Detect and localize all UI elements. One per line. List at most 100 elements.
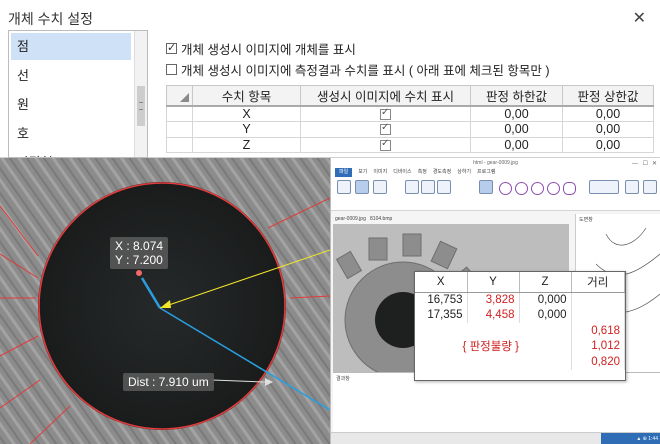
table-row: 16,753 3,828 0,000 [415, 292, 625, 308]
result-table: X Y Z 거리 16,753 3,828 0,000 17,355 4,458… [415, 272, 625, 370]
object-value-settings-dialog: 개체 수치 설정 ✕ 점 선 원 호 다각형 개체 생성시 이미지에 개체를 표… [0, 0, 660, 158]
arc-icon[interactable] [547, 182, 560, 195]
cell-distance: 0,820 [571, 354, 625, 370]
row-show-cell[interactable] [300, 121, 471, 138]
row-item: X [192, 105, 301, 122]
show-object-checkbox[interactable] [166, 41, 177, 54]
zoomed-result-table: X Y Z 거리 16,753 3,828 0,000 17,355 4,458… [414, 271, 626, 381]
row-show-checkbox[interactable] [380, 107, 391, 121]
row-show-checkbox[interactable] [380, 138, 391, 151]
image-tab-2[interactable]: 8104.bmp [370, 216, 392, 222]
show-object-label: 개체 생성시 이미지에 개체를 표시 [181, 43, 356, 57]
cell-x: 17,355 [415, 307, 468, 323]
microscope-image-view: X : 8.074 Y : 7.200 Dist : 7.910 um [0, 158, 330, 444]
scroll-thumb[interactable] [137, 86, 145, 126]
result-pane-title: 결과창 [336, 376, 350, 382]
table-corner[interactable] [166, 85, 193, 107]
col-header-show: 생성시 이미지에 수치 표시 [300, 85, 471, 107]
list-scrollbar[interactable] [134, 31, 147, 157]
microscope-image [0, 158, 330, 444]
list-item-circle[interactable]: 원 [11, 91, 131, 118]
fail-label: { 판정불량 } [415, 323, 572, 370]
edge-tool-button[interactable] [421, 180, 435, 194]
dialog-title: 개체 수치 설정 [8, 11, 94, 27]
row-lower[interactable]: 0,00 [470, 121, 563, 138]
app-titlebar: html - gear-0009.jpg — ☐ ✕ [331, 158, 660, 168]
row-show-cell[interactable] [300, 105, 471, 122]
list-item-arc[interactable]: 호 [11, 120, 131, 147]
result-pane: 결과창 [333, 372, 660, 432]
tab-sangha[interactable]: 상하기 [457, 168, 471, 177]
object-type-list[interactable]: 점 선 원 호 다각형 [8, 30, 148, 158]
col-distance: 거리 [571, 272, 625, 293]
close-icon[interactable]: ✕ [652, 159, 657, 169]
list-item-point[interactable]: 점 [11, 33, 131, 60]
cell-distance [571, 307, 625, 323]
value-item-table: 수치 항목 생성시 이미지에 수치 표시 판정 하한값 판정 상한값 X 0,0… [166, 85, 654, 153]
coord-x: X : 8.074 [115, 239, 164, 253]
tab-view[interactable]: 보기 [358, 168, 367, 177]
row-lower[interactable]: 0,00 [470, 136, 563, 153]
circle-mode-button[interactable] [479, 180, 493, 194]
hand-tool-button[interactable] [355, 180, 369, 194]
col-z: Z [519, 272, 572, 293]
tab-image[interactable]: 이미지 [373, 168, 387, 177]
settings-button[interactable] [643, 180, 657, 194]
list-item-polygon[interactable]: 다각형 [11, 149, 131, 157]
image-tab[interactable]: gear-0009.jpg [335, 216, 366, 222]
circle-3pt-icon[interactable] [499, 182, 512, 195]
coord-label: X : 8.074 Y : 7.200 [110, 237, 169, 269]
minimize-icon[interactable]: — [632, 159, 638, 169]
col-header-upper: 판정 상한값 [562, 85, 654, 107]
row-lower[interactable]: 0,00 [470, 105, 563, 122]
tab-device[interactable]: 디바이스 [393, 168, 411, 177]
table-row: Z 0,00 0,00 [166, 136, 654, 153]
row-upper[interactable]: 0,00 [562, 136, 654, 153]
circle-edge-icon[interactable] [515, 182, 528, 195]
coord-y: Y : 7.200 [115, 253, 163, 267]
cell-distance: 0,618 [571, 323, 625, 339]
crosshair-tool-button[interactable] [373, 180, 387, 194]
cell-z: 0,000 [519, 307, 572, 323]
list-item-line[interactable]: 선 [11, 62, 131, 89]
image-tab-bar: gear-0009.jpg 8104.bmp [335, 216, 392, 222]
status-indicator: ▲ ⊕ 1:44 [601, 433, 660, 444]
drawing-pane-title: 도면창 [579, 217, 593, 223]
show-values-option[interactable]: 개체 생성시 이미지에 측정결과 수치를 표시 ( 아래 표에 체크된 항목만 … [166, 60, 550, 79]
tab-program[interactable]: 프로그램 [477, 168, 495, 177]
table-row: X 0,00 0,00 [166, 105, 654, 122]
tab-measure[interactable]: 측정 [418, 168, 427, 177]
close-icon[interactable]: ✕ [633, 8, 646, 28]
tab-hardness[interactable]: 경도측정 [433, 168, 451, 177]
show-values-label: 개체 생성시 이미지에 측정결과 수치를 표시 ( 아래 표에 체크된 항목만 … [181, 64, 550, 78]
value-input[interactable] [589, 180, 619, 194]
col-header-item: 수치 항목 [192, 85, 301, 107]
circle-fit-icon[interactable] [531, 182, 544, 195]
cell-distance [571, 292, 625, 308]
app-title: html - gear-0009.jpg [473, 160, 518, 166]
show-object-option[interactable]: 개체 생성시 이미지에 개체를 표시 [166, 39, 356, 58]
point-marker[interactable] [136, 270, 142, 276]
cell-z: 0,000 [519, 292, 572, 308]
cell-y: 3,828 [467, 292, 520, 308]
cell-y: 4,458 [467, 307, 520, 323]
ellipse-icon[interactable] [563, 182, 576, 195]
maximize-icon[interactable]: ☐ [643, 159, 648, 169]
select-tool-button[interactable] [337, 180, 351, 194]
table-row: { 판정불량 } 0,618 [415, 323, 625, 370]
status-bar: ▲ ⊕ 1:44 [331, 432, 660, 444]
line-tool-button[interactable] [405, 180, 419, 194]
row-item: Y [192, 121, 301, 138]
row-upper[interactable]: 0,00 [562, 121, 654, 138]
ribbon-tabs: 파일 보기 이미지 디바이스 측정 경도측정 상하기 프로그램 [331, 168, 660, 177]
dist-label: Dist : 7.910 um [123, 373, 214, 391]
row-upper[interactable]: 0,00 [562, 105, 654, 122]
show-values-checkbox[interactable] [166, 64, 177, 75]
row-show-checkbox[interactable] [380, 122, 391, 136]
row-show-cell[interactable] [300, 136, 471, 153]
tab-file[interactable]: 파일 [335, 168, 353, 177]
ribbon [331, 177, 660, 211]
point-input-button[interactable] [625, 180, 639, 194]
point-tool-button[interactable] [437, 180, 451, 194]
cell-distance: 1,012 [571, 338, 625, 354]
